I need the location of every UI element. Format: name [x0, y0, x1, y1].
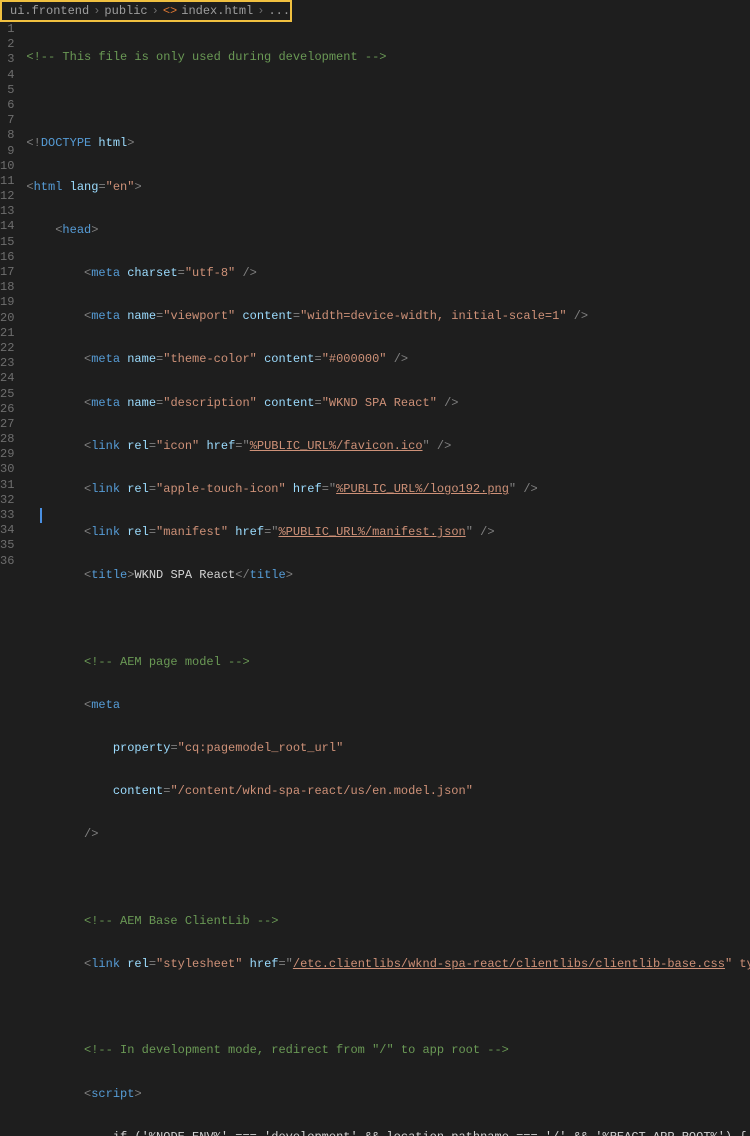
code-editor[interactable]: 1 2 3 4 5 6 7 8 9 10 11 12 13 14 15 16 1…: [0, 22, 750, 568]
line-number: 28: [0, 432, 14, 447]
code-line: <link rel="stylesheet" href="/etc.client…: [26, 957, 750, 972]
line-number: 21: [0, 326, 14, 341]
line-number: 26: [0, 402, 14, 417]
code-line: <link rel="icon" href="%PUBLIC_URL%/favi…: [26, 439, 750, 454]
line-number: 8: [0, 128, 14, 143]
breadcrumb-seg-1[interactable]: ui.frontend: [10, 4, 89, 18]
code-line: <link rel="apple-touch-icon" href="%PUBL…: [26, 482, 750, 497]
cursor-indicator: [40, 508, 42, 523]
code-line: <html lang="en">: [26, 180, 750, 195]
line-number: 35: [0, 538, 14, 553]
code-line: <!-- AEM Base ClientLib -->: [26, 914, 750, 929]
line-number: 23: [0, 356, 14, 371]
line-number: 13: [0, 204, 14, 219]
line-number: 15: [0, 235, 14, 250]
line-number: 4: [0, 68, 14, 83]
line-number: 5: [0, 83, 14, 98]
breadcrumb-seg-3[interactable]: index.html: [181, 4, 253, 18]
line-number: 32: [0, 493, 14, 508]
code-line: if ('%NODE_ENV%' === 'development' && lo…: [26, 1130, 750, 1136]
breadcrumb-seg-4[interactable]: ...: [268, 4, 290, 18]
line-number: 16: [0, 250, 14, 265]
breadcrumb[interactable]: ui.frontend › public › <> index.html › .…: [0, 0, 292, 22]
breadcrumb-seg-2[interactable]: public: [104, 4, 147, 18]
code-line: <meta charset="utf-8" />: [26, 266, 750, 281]
line-number: 11: [0, 174, 14, 189]
code-line: <script>: [26, 1087, 750, 1102]
chevron-right-icon: ›: [152, 4, 159, 18]
line-number: 34: [0, 523, 14, 538]
code-line: content="/content/wknd-spa-react/us/en.m…: [26, 784, 750, 799]
line-number: 2: [0, 37, 14, 52]
code-line: <meta: [26, 698, 750, 713]
chevron-right-icon: ›: [257, 4, 264, 18]
line-number: 14: [0, 219, 14, 234]
code-line: <meta name="viewport" content="width=dev…: [26, 309, 750, 324]
code-line: <!-- This file is only used during devel…: [26, 50, 750, 65]
code-line: property="cq:pagemodel_root_url": [26, 741, 750, 756]
code-content[interactable]: <!-- This file is only used during devel…: [26, 22, 750, 568]
line-number: 20: [0, 311, 14, 326]
code-line: <!-- In development mode, redirect from …: [26, 1043, 750, 1058]
code-line: />: [26, 827, 750, 842]
code-line: <meta name="theme-color" content="#00000…: [26, 352, 750, 367]
line-number: 30: [0, 462, 14, 477]
code-line: [26, 1000, 750, 1015]
line-number: 36: [0, 554, 14, 569]
line-number: 31: [0, 478, 14, 493]
line-number: 33: [0, 508, 14, 523]
line-number: 19: [0, 295, 14, 310]
line-number: 9: [0, 144, 14, 159]
line-number-gutter: 1 2 3 4 5 6 7 8 9 10 11 12 13 14 15 16 1…: [0, 22, 26, 568]
line-number: 29: [0, 447, 14, 462]
code-line: <!-- AEM page model -->: [26, 655, 750, 670]
code-line: <head>: [26, 223, 750, 238]
line-number: 18: [0, 280, 14, 295]
line-number: 27: [0, 417, 14, 432]
code-line: [26, 611, 750, 626]
code-line: <!DOCTYPE html>: [26, 136, 750, 151]
line-number: 7: [0, 113, 14, 128]
line-number: 1: [0, 22, 14, 37]
line-number: 22: [0, 341, 14, 356]
code-line: <title>WKND SPA React</title>: [26, 568, 750, 583]
line-number: 6: [0, 98, 14, 113]
line-number: 17: [0, 265, 14, 280]
code-line: [26, 871, 750, 886]
line-number: 3: [0, 52, 14, 67]
line-number: 12: [0, 189, 14, 204]
line-number: 25: [0, 387, 14, 402]
html-file-icon: <>: [163, 4, 177, 18]
code-line: <meta name="description" content="WKND S…: [26, 396, 750, 411]
code-line: <link rel="manifest" href="%PUBLIC_URL%/…: [26, 525, 750, 540]
code-line: [26, 93, 750, 108]
line-number: 10: [0, 159, 14, 174]
line-number: 24: [0, 371, 14, 386]
chevron-right-icon: ›: [93, 4, 100, 18]
